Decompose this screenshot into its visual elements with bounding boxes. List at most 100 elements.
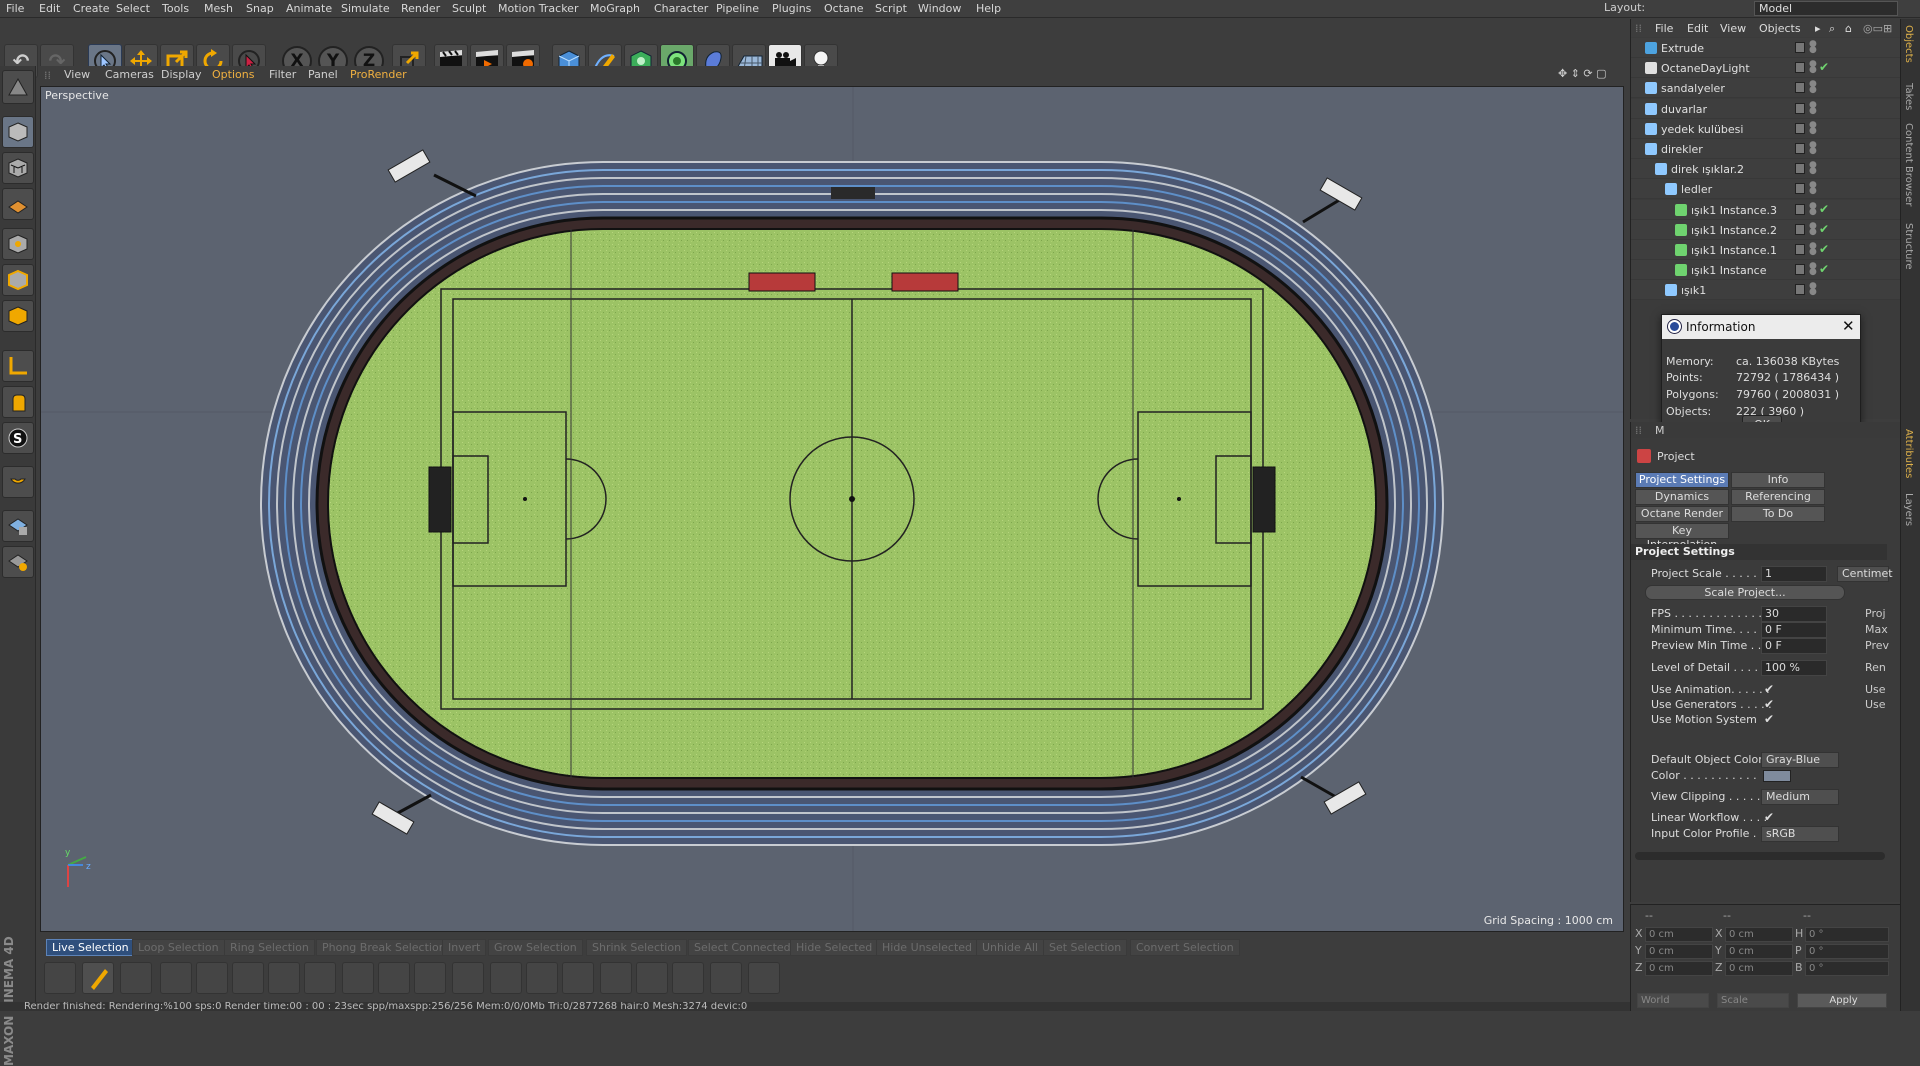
brush-icon[interactable] — [82, 962, 114, 994]
visibility-dots[interactable]: ● ● — [1809, 100, 1817, 115]
param-field[interactable]: 100 % — [1761, 660, 1827, 676]
menu-file[interactable]: File — [6, 2, 24, 15]
viewport-menu-cameras[interactable]: Cameras — [105, 68, 154, 81]
visibility-dots[interactable]: ● ● — [1809, 40, 1817, 55]
layout-dropdown[interactable]: Model — [1754, 1, 1898, 16]
axis-mode-icon[interactable] — [2, 350, 34, 382]
tab-structure[interactable]: Structure — [1903, 223, 1914, 270]
visibility-dots[interactable]: ● ● — [1809, 242, 1817, 257]
chevron-right-icon[interactable]: ▸ — [1815, 22, 1821, 35]
layer-flag[interactable] — [1795, 163, 1805, 175]
visibility-dots[interactable]: ● ● — [1809, 262, 1817, 277]
object-row[interactable]: sandalyeler ● ● — [1631, 78, 1901, 99]
select-connected-button[interactable]: Select Connected — [688, 939, 797, 956]
menu-window[interactable]: Window — [918, 2, 961, 15]
position-field[interactable]: 0 cm — [1645, 961, 1713, 976]
workplane-mode-icon[interactable] — [2, 188, 34, 220]
viewport-nav-icons[interactable]: ✥ ⇕ ⟳ ▢ — [1558, 67, 1607, 80]
object-row[interactable]: ışık1 Instance.3 ● ● ✔ — [1631, 199, 1901, 220]
apply-button[interactable]: Apply — [1797, 993, 1887, 1008]
menu-character[interactable]: Character — [654, 2, 708, 15]
planar-workplane-icon[interactable] — [2, 546, 34, 578]
tab-content-browser[interactable]: Content Browser — [1903, 123, 1914, 206]
viewport-menu-prorender[interactable]: ProRender — [350, 68, 407, 81]
layer-flag[interactable] — [1795, 284, 1805, 296]
object-row[interactable]: OctaneDayLight ● ● ✔ — [1631, 58, 1901, 79]
grow-selection-button[interactable]: Grow Selection — [488, 939, 583, 956]
menu-simulate[interactable]: Simulate — [341, 2, 390, 15]
rotation-field[interactable]: 0 ° — [1805, 944, 1889, 959]
close-polygon-hole-icon[interactable] — [378, 962, 410, 994]
filter-icon[interactable]: ◎▭⊞ — [1863, 22, 1892, 35]
object-row[interactable]: ledler ● ● — [1631, 179, 1901, 200]
viewport-menu-display[interactable]: Display — [161, 68, 202, 81]
visibility-dots[interactable]: ● ● — [1809, 282, 1817, 297]
live-selection-button[interactable]: Live Selection — [46, 939, 135, 956]
object-row[interactable]: ışık1 Instance.2 ● ● ✔ — [1631, 219, 1901, 240]
extrude-inner-icon[interactable] — [268, 962, 300, 994]
iron-icon[interactable] — [562, 962, 594, 994]
bridge-icon[interactable] — [342, 962, 374, 994]
tab-dynamics[interactable]: Dynamics — [1635, 489, 1729, 505]
object-row[interactable]: direk ışıklar.2 ● ● — [1631, 159, 1901, 180]
position-field[interactable]: 0 cm — [1645, 927, 1713, 942]
enabled-check-icon[interactable]: ✔ — [1819, 262, 1829, 276]
knife-icon[interactable] — [160, 962, 192, 994]
checkbox[interactable]: ✔ — [1764, 682, 1774, 696]
layer-flag[interactable] — [1795, 62, 1805, 74]
rotation-field[interactable]: 0 ° — [1805, 927, 1889, 942]
project-scale-field[interactable]: 1 — [1761, 566, 1827, 582]
close-icon[interactable]: ✕ — [1842, 317, 1855, 335]
rotation-field[interactable]: 0 ° — [1805, 961, 1889, 976]
object-row[interactable]: ışık1 Instance ● ● ✔ — [1631, 260, 1901, 281]
linear-workflow-checkbox[interactable]: ✔ — [1764, 810, 1774, 824]
obj-menu-file[interactable]: File — [1655, 22, 1673, 35]
color-swatch[interactable] — [1763, 770, 1791, 782]
edges-mode-icon[interactable] — [2, 264, 34, 296]
visibility-dots[interactable]: ● ● — [1809, 201, 1817, 216]
scale-dropdown[interactable]: Scale — [1717, 993, 1789, 1008]
menu-sculpt[interactable]: Sculpt — [452, 2, 486, 15]
tab-layers[interactable]: Layers — [1903, 493, 1914, 526]
checkbox[interactable]: ✔ — [1764, 697, 1774, 711]
enabled-check-icon[interactable]: ✔ — [1819, 60, 1829, 74]
enabled-check-icon[interactable]: ✔ — [1819, 242, 1829, 256]
make-editable-icon[interactable] — [2, 70, 34, 104]
visibility-dots[interactable]: ● ● — [1809, 120, 1817, 135]
visibility-dots[interactable]: ● ● — [1809, 80, 1817, 95]
layer-flag[interactable] — [1795, 122, 1805, 134]
layer-flag[interactable] — [1795, 102, 1805, 114]
size-field[interactable]: 0 cm — [1725, 961, 1793, 976]
layer-flag[interactable] — [1795, 42, 1805, 53]
menu-pipeline[interactable]: Pipeline — [716, 2, 759, 15]
object-row[interactable]: ışık1 Instance.1 ● ● ✔ — [1631, 240, 1901, 260]
phong-break-selection-button[interactable]: Phong Break Selection — [316, 939, 452, 956]
layer-flag[interactable] — [1795, 203, 1805, 215]
scale-project-button[interactable]: Scale Project... — [1645, 585, 1845, 600]
bevel-icon[interactable] — [304, 962, 336, 994]
layer-flag[interactable] — [1795, 183, 1805, 195]
visibility-dots[interactable]: ● ● — [1809, 141, 1817, 156]
hide-unselected-button[interactable]: Hide Unselected — [876, 939, 979, 956]
subdivide-icon[interactable] — [748, 962, 780, 994]
visibility-dots[interactable]: ● ● — [1809, 181, 1817, 196]
snapping-icon[interactable]: S — [2, 422, 34, 454]
menu-mesh[interactable]: Mesh — [204, 2, 233, 15]
viewport-menu-filter[interactable]: Filter — [269, 68, 296, 81]
hide-selected-button[interactable]: Hide Selected — [790, 939, 879, 956]
loop-selection-button[interactable]: Loop Selection — [132, 939, 225, 956]
polygons-mode-icon[interactable] — [2, 300, 34, 332]
viewport-menu-options[interactable]: Options — [212, 68, 254, 81]
search-icon[interactable]: ⌕ — [1829, 22, 1835, 36]
default-object-color-dropdown[interactable]: Gray-Blue — [1761, 752, 1839, 768]
layer-flag[interactable] — [1795, 223, 1805, 235]
magnet-icon[interactable] — [196, 962, 228, 994]
visibility-dots[interactable]: ● ● — [1809, 60, 1817, 75]
invert-button[interactable]: Invert — [442, 939, 487, 956]
set-selection-button[interactable]: Set Selection — [1043, 939, 1128, 956]
viewport-menu-panel[interactable]: Panel — [308, 68, 338, 81]
enabled-check-icon[interactable]: ✔ — [1819, 222, 1829, 236]
obj-menu-view[interactable]: View — [1720, 22, 1746, 35]
menu-edit[interactable]: Edit — [39, 2, 60, 15]
enabled-check-icon[interactable]: ✔ — [1819, 202, 1829, 216]
